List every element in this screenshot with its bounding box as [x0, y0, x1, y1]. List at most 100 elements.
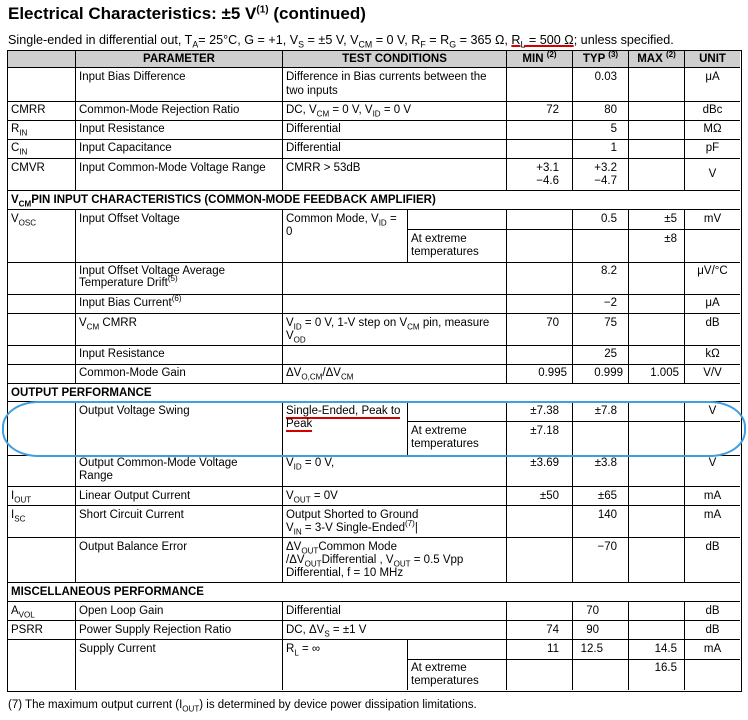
- footnote: (7) The maximum output current (IOUT) is…: [8, 699, 477, 714]
- row-typ: 75: [604, 317, 617, 329]
- row-min: +3.1: [536, 162, 559, 174]
- row-unit: mA: [703, 643, 722, 655]
- row-unit: dB: [705, 624, 720, 636]
- row-cond: ΔVO,CM/ΔVCM: [286, 367, 354, 382]
- row-cond: DC, ΔVS = ±1 V: [286, 624, 367, 639]
- row-param: VCM CMRR: [79, 317, 137, 332]
- section-title-vcm: VCMPIN INPUT CHARACTERISTICS (COMMON-MOD…: [11, 194, 436, 209]
- row-cond: DC, VCM = 0 V, VID = 0 V: [286, 104, 411, 119]
- row-max: 14.5: [654, 643, 677, 655]
- row-unit: pF: [705, 142, 720, 154]
- row-typ: 0.999: [594, 367, 623, 379]
- row-cond: ΔVOUTCommon Mode: [286, 541, 397, 556]
- row-typ: 1: [610, 142, 617, 154]
- row-param: Range: [79, 470, 113, 482]
- header-unit: UNIT: [699, 53, 726, 65]
- row-cond: Difference in Bias currents between the: [286, 71, 487, 83]
- row-symbol: VOSC: [11, 213, 37, 228]
- row-cond: Differential: [286, 123, 341, 135]
- row-cond: Common Mode, VID =: [286, 213, 397, 228]
- row-cond: VOUT = 0V: [286, 490, 338, 505]
- row-param: Output Balance Error: [79, 541, 188, 553]
- row-cond: two inputs: [286, 85, 338, 97]
- row-cond: Differential: [286, 605, 341, 617]
- row-max: ±8: [664, 233, 677, 245]
- row-cond: VID = 0 V,: [286, 457, 335, 472]
- row-cond: VIN = 3-V Single-Ended(7)|: [286, 519, 418, 537]
- row-typ: 0.5: [601, 213, 617, 225]
- row-param: Input Common-Mode Voltage Range: [79, 162, 266, 174]
- row-unit: dB: [705, 317, 720, 329]
- output-swing-highlight: [2, 401, 746, 457]
- row-param: Output Common-Mode Voltage: [79, 457, 238, 469]
- row-typ: 12.5: [580, 643, 603, 655]
- row-unit: dBc: [702, 104, 723, 116]
- row-unit: mV: [703, 213, 722, 225]
- row-param: Temperature Drift(5): [79, 274, 178, 289]
- row-cond-extreme: temperatures: [411, 246, 479, 258]
- row-param: Linear Output Current: [79, 490, 191, 502]
- conditions-subtitle: Single-ended in differential out, TA= 25…: [8, 33, 674, 50]
- row-typ: 140: [597, 509, 617, 521]
- row-typ: −2: [603, 297, 617, 309]
- row-cond-extreme: At extreme: [411, 662, 467, 674]
- row-min: 11: [547, 643, 559, 655]
- row-cond-extreme: At extreme: [411, 233, 467, 245]
- row-min: 70: [546, 317, 559, 329]
- row-typ: 8.2: [601, 265, 617, 277]
- load-resistance-highlight: RL = 500 Ω: [511, 33, 574, 50]
- row-typ: ±3.8: [594, 457, 617, 469]
- row-param: Open Loop Gain: [79, 605, 164, 617]
- row-cond: VID = 0 V, 1-V step on VCM pin, measure: [286, 317, 490, 332]
- row-max: 1.005: [650, 367, 679, 379]
- row-symbol: ISC: [11, 509, 26, 524]
- row-typ: −4.7: [594, 175, 617, 187]
- row-unit: V/V: [703, 367, 722, 379]
- row-typ: ±65: [597, 490, 617, 502]
- section-title-misc: MISCELLANEOUS PERFORMANCE: [11, 586, 204, 598]
- row-max: ±5: [664, 213, 677, 225]
- row-symbol: CMRR: [11, 104, 46, 116]
- row-min: ±3.69: [530, 457, 559, 469]
- row-param: Power Supply Rejection Ratio: [79, 624, 232, 636]
- row-min: 0.995: [538, 367, 567, 379]
- row-typ: 70: [586, 605, 599, 617]
- row-param: Input Capacitance: [79, 142, 172, 154]
- row-cond: 0: [286, 226, 293, 238]
- row-unit: mA: [703, 509, 722, 521]
- row-cond: Differential: [286, 142, 341, 154]
- row-param: Input Bias Difference: [79, 71, 186, 83]
- row-typ: +3.2: [594, 162, 617, 174]
- row-typ: 80: [604, 104, 617, 116]
- row-cond: Output Shorted to Ground: [286, 509, 419, 521]
- row-symbol: RIN: [11, 123, 28, 138]
- header-min: MIN (2): [522, 50, 557, 65]
- row-unit: mA: [703, 490, 722, 502]
- row-symbol: IOUT: [11, 490, 32, 505]
- row-symbol: AVOL: [11, 605, 35, 620]
- header-parameter: PARAMETER: [143, 53, 215, 65]
- row-param: Supply Current: [79, 643, 156, 655]
- row-cond: VOD: [286, 330, 306, 345]
- row-unit: MΩ: [703, 123, 722, 135]
- row-typ: 0.03: [594, 71, 617, 83]
- row-unit: V: [708, 168, 717, 180]
- header-conditions: TEST CONDITIONS: [342, 53, 447, 65]
- row-param: Input Bias Current(6): [79, 294, 182, 309]
- page-title: Electrical Characteristics: ±5 V(1) (con…: [8, 4, 366, 23]
- header-typ: TYP (3): [582, 50, 619, 65]
- row-param: Short Circuit Current: [79, 509, 184, 521]
- row-unit: dB: [705, 605, 720, 617]
- row-cond: Differential, f = 10 MHz: [286, 567, 404, 579]
- row-max: 16.5: [654, 662, 677, 674]
- row-typ: 90: [586, 624, 599, 636]
- row-symbol: CIN: [11, 142, 28, 157]
- row-cond: /ΔVOUTDifferential , VOUT = 0.5 Vpp: [286, 554, 464, 569]
- row-cond: CMRR > 53dB: [286, 162, 361, 174]
- row-unit: V: [708, 457, 717, 469]
- row-unit: μA: [705, 71, 720, 83]
- row-cond-extreme: temperatures: [411, 675, 479, 687]
- row-cond: RL = ∞: [286, 643, 321, 658]
- row-unit: dB: [705, 541, 720, 553]
- row-symbol: PSRR: [11, 624, 43, 636]
